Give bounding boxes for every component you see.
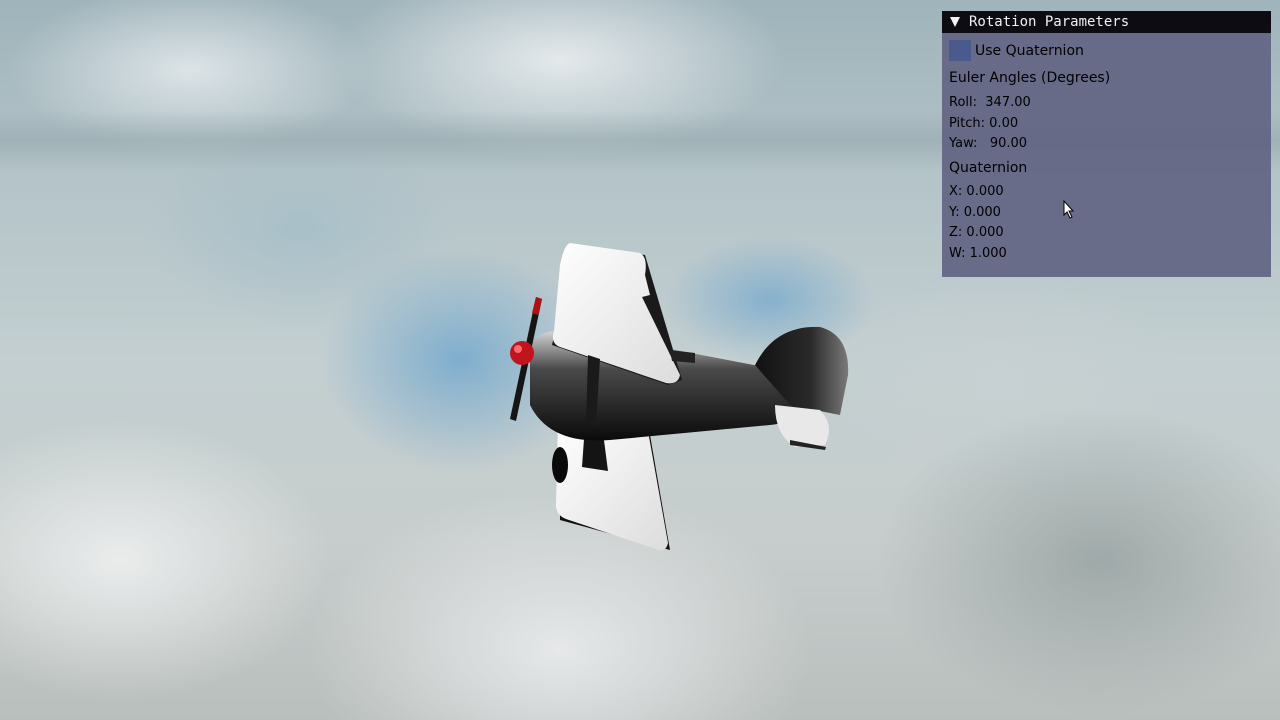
- 3d-viewport[interactable]: Rotation Parameters Use Quaternion Euler…: [0, 0, 1280, 720]
- yaw-value: Yaw: 90.00: [949, 136, 1028, 151]
- euler-angles-heading: Euler Angles (Degrees): [949, 70, 1111, 86]
- quaternion-x-value: X: 0.000: [949, 184, 1004, 199]
- use-quaternion-label[interactable]: Use Quaternion: [975, 43, 1084, 59]
- mouse-pointer-icon: [1063, 200, 1075, 219]
- quaternion-y-value: Y: 0.000: [949, 205, 1001, 220]
- biplane-model: [510, 243, 849, 551]
- panel-header[interactable]: Rotation Parameters: [942, 11, 1271, 33]
- roll-value: Roll: 347.00: [949, 95, 1031, 110]
- rotation-parameters-panel: Rotation Parameters Use Quaternion Euler…: [942, 11, 1271, 277]
- use-quaternion-checkbox[interactable]: [949, 40, 971, 61]
- quaternion-z-value: Z: 0.000: [949, 225, 1004, 240]
- triangle-down-icon[interactable]: [950, 17, 960, 27]
- pitch-value: Pitch: 0.00: [949, 116, 1019, 131]
- panel-title: Rotation Parameters: [969, 14, 1130, 30]
- quaternion-heading: Quaternion: [949, 160, 1028, 176]
- quaternion-w-value: W: 1.000: [949, 246, 1007, 261]
